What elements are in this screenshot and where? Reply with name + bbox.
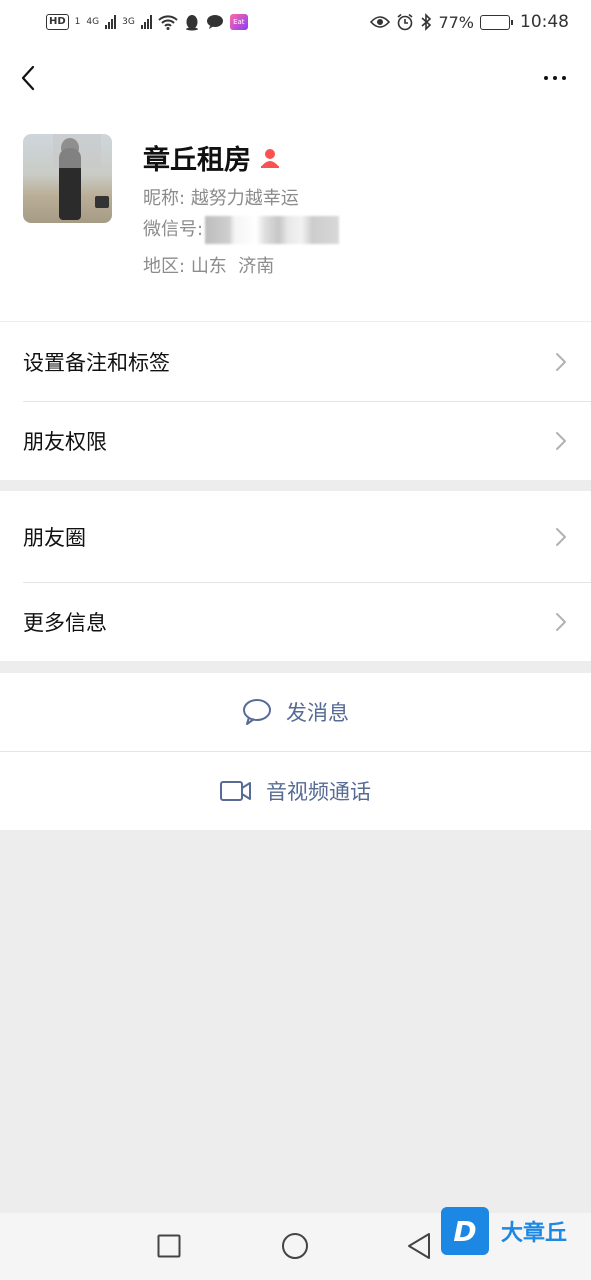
watermark-logo: D xyxy=(441,1207,489,1255)
female-icon xyxy=(259,147,281,169)
circle-icon xyxy=(282,1233,308,1259)
video-camera-icon xyxy=(220,781,251,801)
network-3g-label: 3G xyxy=(122,17,135,27)
wechat-id-redacted xyxy=(205,216,340,244)
send-message-label: 发消息 xyxy=(286,701,349,725)
wechat-id-line: 微信号: xyxy=(143,215,340,244)
sim-label: 1 xyxy=(74,17,81,27)
chevron-right-icon xyxy=(556,612,566,631)
clock: 10:48 xyxy=(520,12,569,32)
chevron-right-icon xyxy=(556,352,566,371)
eye-icon xyxy=(370,16,391,28)
name-row: 章丘租房 xyxy=(143,138,281,177)
region-line: 地区: 山东 济南 xyxy=(143,252,274,278)
more-info-row[interactable]: 更多信息 xyxy=(0,582,591,661)
signal-icon-2 xyxy=(140,15,152,29)
avatar[interactable] xyxy=(23,134,112,223)
friend-permissions-row[interactable]: 朋友权限 xyxy=(0,401,591,480)
row-label: 更多信息 xyxy=(23,610,107,635)
profile-card: 章丘租房 昵称: 越努力越幸运 微信号: 地区: 山东 济南 xyxy=(0,114,591,321)
moments-row[interactable]: 朋友圈 xyxy=(0,491,591,582)
row-label: 朋友圈 xyxy=(23,525,86,550)
triangle-back-icon xyxy=(408,1233,430,1259)
send-message-button[interactable]: 发消息 xyxy=(0,673,591,751)
status-left: HD 1 4G 3G Eat xyxy=(46,14,248,31)
square-icon xyxy=(157,1234,181,1258)
back-arrow-icon xyxy=(21,65,35,91)
watermark: D 大章丘 xyxy=(441,1206,591,1256)
chevron-right-icon xyxy=(556,527,566,546)
row-label: 朋友权限 xyxy=(23,429,107,454)
more-dot-icon xyxy=(562,76,566,80)
menu-group-info: 朋友圈 更多信息 xyxy=(0,491,591,661)
contact-name: 章丘租房 xyxy=(143,145,251,176)
top-bar xyxy=(0,44,591,114)
watermark-text: 大章丘 xyxy=(501,1221,568,1246)
nickname-line: 昵称: 越努力越幸运 xyxy=(143,184,299,210)
av-call-button[interactable]: 音视频通话 xyxy=(0,752,591,830)
hd-badge: HD xyxy=(46,14,69,30)
wechat-id-label: 微信号: xyxy=(143,219,204,240)
more-dot-icon xyxy=(544,76,548,80)
qq-icon xyxy=(185,14,198,30)
wifi-icon xyxy=(158,15,178,30)
more-options-button[interactable] xyxy=(537,60,573,96)
nickname-value: 越努力越幸运 xyxy=(190,188,299,209)
row-label: 设置备注和标签 xyxy=(23,350,170,375)
status-right: 77% 10:48 xyxy=(370,12,569,32)
av-call-label: 音视频通话 xyxy=(266,780,371,804)
back-button[interactable] xyxy=(10,60,46,96)
app-notification-icon: Eat xyxy=(229,14,248,30)
recents-button[interactable] xyxy=(154,1231,184,1261)
signal-icon xyxy=(105,15,117,29)
status-bar: HD 1 4G 3G Eat 77% 10:48 xyxy=(0,0,591,44)
more-dot-icon xyxy=(553,76,557,80)
avatar-bag xyxy=(95,196,109,208)
avatar-mosaic xyxy=(53,134,101,168)
alarm-icon xyxy=(397,13,413,31)
battery-icon xyxy=(480,14,513,30)
menu-group-settings: 设置备注和标签 朋友权限 xyxy=(0,322,591,480)
chevron-right-icon xyxy=(556,431,566,450)
battery-percent: 77% xyxy=(438,12,474,32)
nickname-label: 昵称: xyxy=(143,188,186,209)
region-label: 地区: xyxy=(143,256,186,277)
home-button[interactable] xyxy=(280,1231,310,1261)
region-value: 山东 济南 xyxy=(190,256,275,277)
message-icon xyxy=(206,15,223,29)
bluetooth-icon xyxy=(421,13,432,31)
system-back-button[interactable] xyxy=(404,1231,434,1261)
remark-tags-row[interactable]: 设置备注和标签 xyxy=(0,322,591,401)
chat-bubble-icon xyxy=(243,699,271,725)
network-4g-label: 4G xyxy=(86,17,100,27)
